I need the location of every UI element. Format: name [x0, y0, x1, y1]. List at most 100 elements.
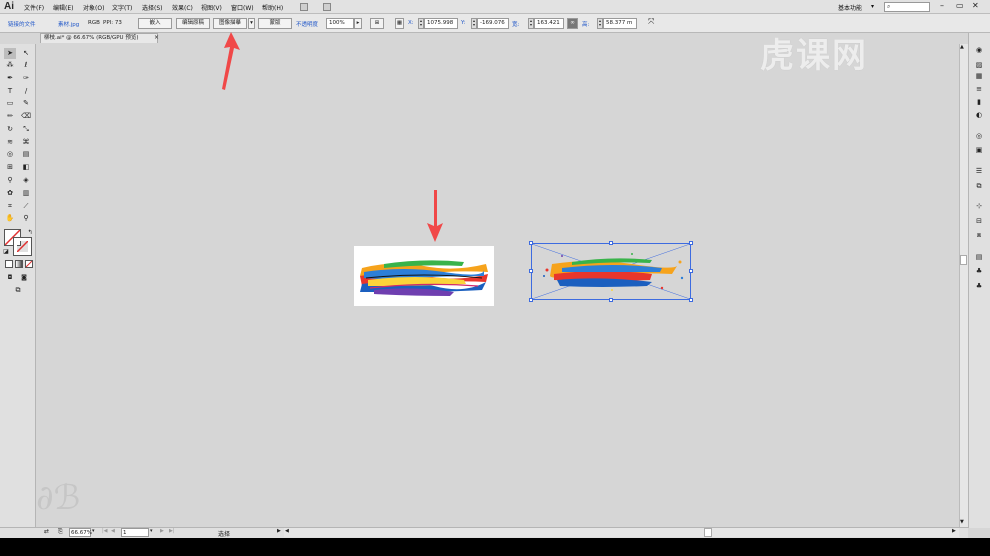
color-guide-icon[interactable]: ▨ — [973, 60, 985, 70]
last-artboard-icon[interactable]: ▶| — [169, 528, 175, 534]
direct-selection-tool-icon[interactable]: ↖ — [20, 48, 32, 59]
maximize-button[interactable]: ▭ — [956, 1, 964, 10]
symbol-sprayer-icon[interactable]: ✿ — [4, 188, 16, 199]
pathfinder-panel-icon[interactable]: ⧈ — [973, 230, 985, 240]
menu-edit[interactable]: 编辑(E) — [53, 3, 73, 12]
selection-tool-icon[interactable]: ➤ — [4, 48, 16, 59]
opacity-field[interactable]: 100% — [326, 18, 354, 29]
default-colors-icon[interactable]: ◪ — [0, 246, 12, 257]
line-tool-icon[interactable]: / — [20, 86, 32, 97]
resize-handle-bl[interactable] — [529, 298, 533, 302]
align-panel-icon[interactable]: ⊟ — [973, 216, 985, 226]
horizontal-scroll-thumb[interactable] — [704, 528, 712, 537]
next-artboard-icon[interactable]: ▶ — [160, 528, 164, 534]
status-menu-icon[interactable]: ⇄ — [44, 528, 49, 535]
resize-handle-br[interactable] — [689, 298, 693, 302]
linked-file-label[interactable]: 链接的文件 — [8, 20, 36, 28]
pen-tool-icon[interactable]: ✒ — [4, 73, 16, 84]
search-input[interactable] — [884, 2, 930, 12]
filename-link[interactable]: 素材.jpg — [58, 20, 79, 28]
image-trace-button[interactable]: 图像描摹 — [213, 18, 247, 29]
first-artboard-icon[interactable]: |◀ — [102, 528, 108, 534]
scroll-up-icon[interactable]: ▲ — [960, 44, 964, 50]
width-tool-icon[interactable]: ≋ — [4, 137, 16, 148]
resize-handle-tl[interactable] — [529, 241, 533, 245]
color-panel-icon[interactable]: ◉ — [973, 45, 985, 55]
lasso-tool-icon[interactable]: ℓ — [20, 60, 32, 71]
traced-image-bounding-box[interactable] — [531, 243, 691, 300]
width-field[interactable]: 163.421 — [534, 18, 564, 29]
stroke-swatch[interactable] — [13, 237, 32, 256]
resize-handle-l[interactable] — [529, 269, 533, 273]
mesh-tool-icon[interactable]: ⊞ — [4, 162, 16, 173]
opacity-label[interactable]: 不透明度 — [296, 20, 318, 28]
stroke-panel-icon[interactable]: ≡ — [973, 84, 985, 94]
menu-object[interactable]: 对象(O) — [83, 3, 104, 12]
slice-tool-icon[interactable]: ⟋ — [20, 201, 32, 212]
curvature-tool-icon[interactable]: ✑ — [20, 73, 32, 84]
zoom-dropdown-icon[interactable]: ▾ — [92, 528, 95, 534]
artboard-dropdown-icon[interactable]: ▾ — [150, 528, 153, 534]
zoom-tool-icon[interactable]: ⚲ — [20, 213, 32, 224]
blend-tool-icon[interactable]: ◈ — [20, 175, 32, 186]
vertical-scroll-thumb[interactable] — [960, 255, 967, 265]
hand-tool-icon[interactable]: ✋ — [4, 213, 16, 224]
prev-artboard-icon[interactable]: ◀ — [111, 528, 115, 534]
close-button[interactable]: ✕ — [972, 1, 979, 10]
symbols-panel-icon[interactable]: ♣ — [973, 266, 985, 276]
type-tool-icon[interactable]: T — [4, 86, 16, 97]
screen-mode-icon[interactable]: ⧉ — [12, 285, 24, 296]
height-field[interactable]: 58.377 m — [603, 18, 637, 29]
perspective-icon[interactable]: ▤ — [20, 149, 32, 160]
rotate-tool-icon[interactable]: ↻ — [4, 124, 16, 135]
transparency-panel-icon[interactable]: ◐ — [973, 110, 985, 120]
resize-handle-b[interactable] — [609, 298, 613, 302]
color-mode-icon[interactable] — [5, 260, 13, 268]
scale-tool-icon[interactable]: ⤡ — [20, 124, 32, 135]
horizontal-scrollbar[interactable] — [284, 528, 959, 537]
draw-mode-icon[interactable]: ◙ — [18, 272, 30, 283]
opacity-arrow-button[interactable]: ▸ — [354, 18, 362, 29]
chevron-down-icon[interactable]: ▾ — [871, 3, 874, 10]
new-document-icon[interactable]: ⎘ — [58, 528, 63, 536]
menu-effect[interactable]: 效果(C) — [172, 3, 193, 12]
graphic-styles-icon[interactable]: ▣ — [973, 145, 985, 155]
pencil-tool-icon[interactable]: ✏ — [4, 111, 16, 122]
edit-original-button[interactable]: 编辑原稿 — [176, 18, 210, 29]
transform-icon[interactable]: ⤧ — [648, 17, 654, 27]
menu-file[interactable]: 文件(F) — [24, 3, 44, 12]
scroll-left-icon[interactable]: ◀ — [285, 528, 289, 534]
swap-colors-icon[interactable]: ↰ — [24, 227, 36, 238]
minimize-button[interactable]: – — [940, 1, 944, 10]
magic-wand-icon[interactable]: ⁂ — [4, 60, 16, 71]
none-mode-icon[interactable] — [25, 260, 33, 268]
arrange-documents-icon[interactable] — [323, 3, 331, 11]
embedded-image[interactable] — [354, 246, 494, 306]
menu-view[interactable]: 视图(V) — [201, 3, 222, 12]
warp-tool-icon[interactable]: ⌘ — [20, 137, 32, 148]
vertical-scrollbar[interactable] — [959, 44, 968, 528]
resize-handle-t[interactable] — [609, 241, 613, 245]
menu-type[interactable]: 文字(T) — [112, 3, 132, 12]
document-tab[interactable]: 柳枝.ai* @ 66.67% (RGB/GPU 预览) — [40, 33, 158, 43]
artboard-tool-icon[interactable]: ⌗ — [4, 201, 16, 212]
align-icon[interactable]: ⊞ — [370, 18, 384, 29]
scroll-right-icon[interactable]: ▶ — [952, 528, 956, 534]
eraser-tool-icon[interactable]: ⌫ — [20, 111, 32, 122]
constrain-proportions-icon[interactable]: ∞ — [567, 18, 578, 29]
gradient-panel-icon[interactable]: ▮ — [973, 97, 985, 107]
status-options-icon[interactable]: ▶ — [277, 528, 281, 534]
resize-handle-r[interactable] — [689, 269, 693, 273]
brush-tool-icon[interactable]: ✎ — [20, 98, 32, 109]
zoom-field[interactable]: 66.67% — [69, 528, 92, 537]
x-field[interactable]: 1075.998 — [424, 18, 458, 29]
brushes-panel-icon[interactable]: ▤ — [973, 252, 985, 262]
mask-button[interactable]: 蒙版 — [258, 18, 292, 29]
swatches-panel-icon[interactable]: ▦ — [973, 71, 985, 81]
scroll-down-icon[interactable]: ▼ — [960, 519, 964, 525]
gradient-tool-icon[interactable]: ◧ — [20, 162, 32, 173]
rectangle-tool-icon[interactable]: ▭ — [4, 98, 16, 109]
trace-preset-dropdown[interactable]: ▾ — [248, 18, 255, 29]
workspace-switcher[interactable]: 基本功能 — [838, 3, 862, 12]
draw-normal-icon[interactable]: ◘ — [4, 272, 16, 283]
